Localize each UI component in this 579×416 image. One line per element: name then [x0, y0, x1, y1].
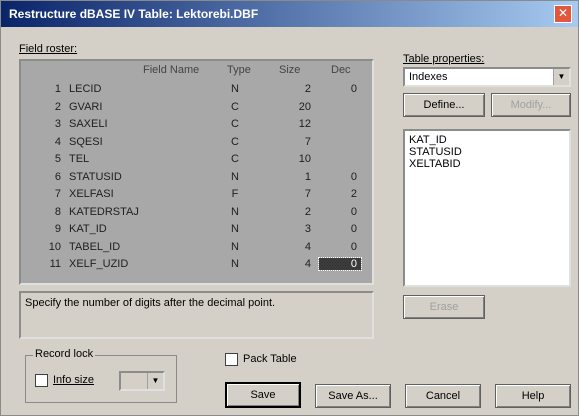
field-type[interactable]: C: [225, 101, 245, 113]
header-size: Size: [279, 64, 301, 76]
field-dec[interactable]: 0: [319, 223, 361, 235]
field-dec[interactable]: 0: [319, 241, 361, 253]
field-number: 6: [54, 170, 61, 183]
table-row[interactable]: 9 KAT_ID N 3 0: [21, 223, 372, 238]
field-dec[interactable]: 0: [319, 83, 361, 95]
list-item[interactable]: XELTABID: [409, 158, 565, 170]
field-dec[interactable]: 0: [319, 171, 361, 183]
field-name[interactable]: LECID: [69, 83, 101, 95]
pack-table-checkbox[interactable]: [225, 353, 238, 366]
table-row[interactable]: 10 TABEL_ID N 4 0: [21, 241, 372, 256]
table-row[interactable]: 6 STATUSID N 1 0: [21, 171, 372, 186]
info-size-label: Info size: [53, 374, 94, 386]
chevron-down-icon[interactable]: ▼: [147, 373, 163, 389]
field-dec[interactable]: 0: [319, 206, 361, 218]
info-size-combo[interactable]: ▼: [119, 371, 165, 391]
field-size[interactable]: 20: [271, 101, 311, 113]
field-size[interactable]: 4: [271, 241, 311, 253]
field-number: 1: [54, 83, 61, 95]
help-button[interactable]: Help: [495, 384, 571, 408]
field-type[interactable]: N: [225, 223, 245, 235]
field-dec[interactable]: 2: [319, 188, 361, 200]
modify-button[interactable]: Modify...: [491, 93, 571, 117]
field-roster-grid[interactable]: Field Name Type Size Dec 1 LECID N 2 0 2 GVARI…: [19, 59, 374, 285]
field-number: 2: [54, 100, 61, 113]
field-size[interactable]: 4: [271, 258, 311, 270]
index-items: KAT_ID STATUSID XELTABID: [409, 134, 565, 170]
define-button[interactable]: Define...: [403, 93, 485, 117]
field-name[interactable]: STATUSID: [69, 171, 122, 183]
field-name[interactable]: TEL: [69, 153, 89, 165]
table-row[interactable]: 2 GVARI C 20: [21, 101, 372, 116]
field-number: 5: [54, 153, 61, 165]
cancel-button[interactable]: Cancel: [405, 384, 481, 408]
grid-header: Field Name Type Size Dec: [21, 61, 372, 79]
field-type[interactable]: N: [225, 83, 245, 95]
close-icon[interactable]: ✕: [554, 5, 572, 23]
table-row[interactable]: 11 XELF_UZID N 4 0: [21, 257, 372, 273]
status-text: Specify the number of digits after the d…: [25, 297, 276, 309]
field-type[interactable]: N: [225, 206, 245, 218]
field-size[interactable]: 7: [271, 136, 311, 148]
header-type: Type: [227, 64, 251, 76]
field-name[interactable]: TABEL_ID: [69, 241, 120, 253]
table-row[interactable]: 8 KATEDRSTAJ N 2 0: [21, 206, 372, 221]
header-dec: Dec: [331, 64, 351, 76]
table-properties-selected: Indexes: [409, 71, 448, 83]
field-type[interactable]: N: [225, 171, 245, 183]
field-size[interactable]: 2: [271, 83, 311, 95]
field-number: 3: [54, 118, 61, 130]
table-row[interactable]: 7 XELFASI F 7 2: [21, 188, 372, 203]
field-dec[interactable]: 0: [318, 257, 362, 271]
status-help-box: Specify the number of digits after the d…: [19, 291, 374, 339]
field-name[interactable]: XELF_UZID: [69, 258, 128, 270]
field-number: 4: [54, 135, 61, 148]
field-type[interactable]: N: [225, 258, 245, 270]
table-row[interactable]: 1 LECID N 2 0: [21, 83, 372, 98]
save-button[interactable]: Save: [225, 382, 301, 408]
field-size[interactable]: 2: [271, 206, 311, 218]
erase-button[interactable]: Erase: [403, 295, 485, 319]
field-number: 11: [49, 258, 61, 270]
table-properties-label: Table properties:: [403, 53, 485, 65]
field-name[interactable]: XELFASI: [69, 188, 114, 200]
field-type[interactable]: N: [225, 241, 245, 253]
indexes-list[interactable]: KAT_ID STATUSID XELTABID: [403, 129, 571, 287]
field-name[interactable]: KAT_ID: [69, 223, 107, 235]
field-type[interactable]: C: [225, 118, 245, 130]
table-properties-select[interactable]: Indexes ▼: [403, 67, 571, 87]
field-number: 7: [54, 188, 61, 200]
chevron-down-icon[interactable]: ▼: [553, 69, 569, 85]
list-item[interactable]: KAT_ID: [409, 134, 565, 146]
field-name[interactable]: SAXELI: [69, 118, 108, 130]
field-number: 8: [54, 205, 61, 218]
table-row[interactable]: 4 SQESI C 7: [21, 136, 372, 151]
dialog-title: Restructure dBASE IV Table: Lektorebi.DB…: [9, 7, 259, 21]
pack-table-label: Pack Table: [243, 353, 297, 365]
field-roster-label: Field roster:: [19, 43, 78, 55]
field-size[interactable]: 1: [271, 171, 311, 183]
field-type[interactable]: F: [225, 188, 245, 200]
field-name[interactable]: SQESI: [69, 136, 103, 148]
record-lock-label: Record lock: [33, 348, 96, 360]
field-size[interactable]: 7: [271, 188, 311, 200]
field-number: 10: [48, 240, 61, 253]
field-type[interactable]: C: [225, 153, 245, 165]
save-as-button[interactable]: Save As...: [315, 384, 391, 408]
field-name[interactable]: KATEDRSTAJ: [69, 206, 139, 218]
table-row[interactable]: 3 SAXELI C 12: [21, 118, 372, 133]
table-row[interactable]: 5 TEL C 10: [21, 153, 372, 168]
field-size[interactable]: 12: [271, 118, 311, 130]
title-bar[interactable]: Restructure dBASE IV Table: Lektorebi.DB…: [1, 1, 578, 27]
field-type[interactable]: C: [225, 136, 245, 148]
field-size[interactable]: 3: [271, 223, 311, 235]
restructure-dialog: Restructure dBASE IV Table: Lektorebi.DB…: [0, 0, 579, 416]
header-field-name: Field Name: [143, 64, 200, 76]
field-size[interactable]: 10: [271, 153, 311, 165]
info-size-checkbox[interactable]: [35, 374, 48, 387]
list-item[interactable]: STATUSID: [409, 146, 565, 158]
field-name[interactable]: GVARI: [69, 101, 102, 113]
field-number: 9: [54, 223, 61, 235]
